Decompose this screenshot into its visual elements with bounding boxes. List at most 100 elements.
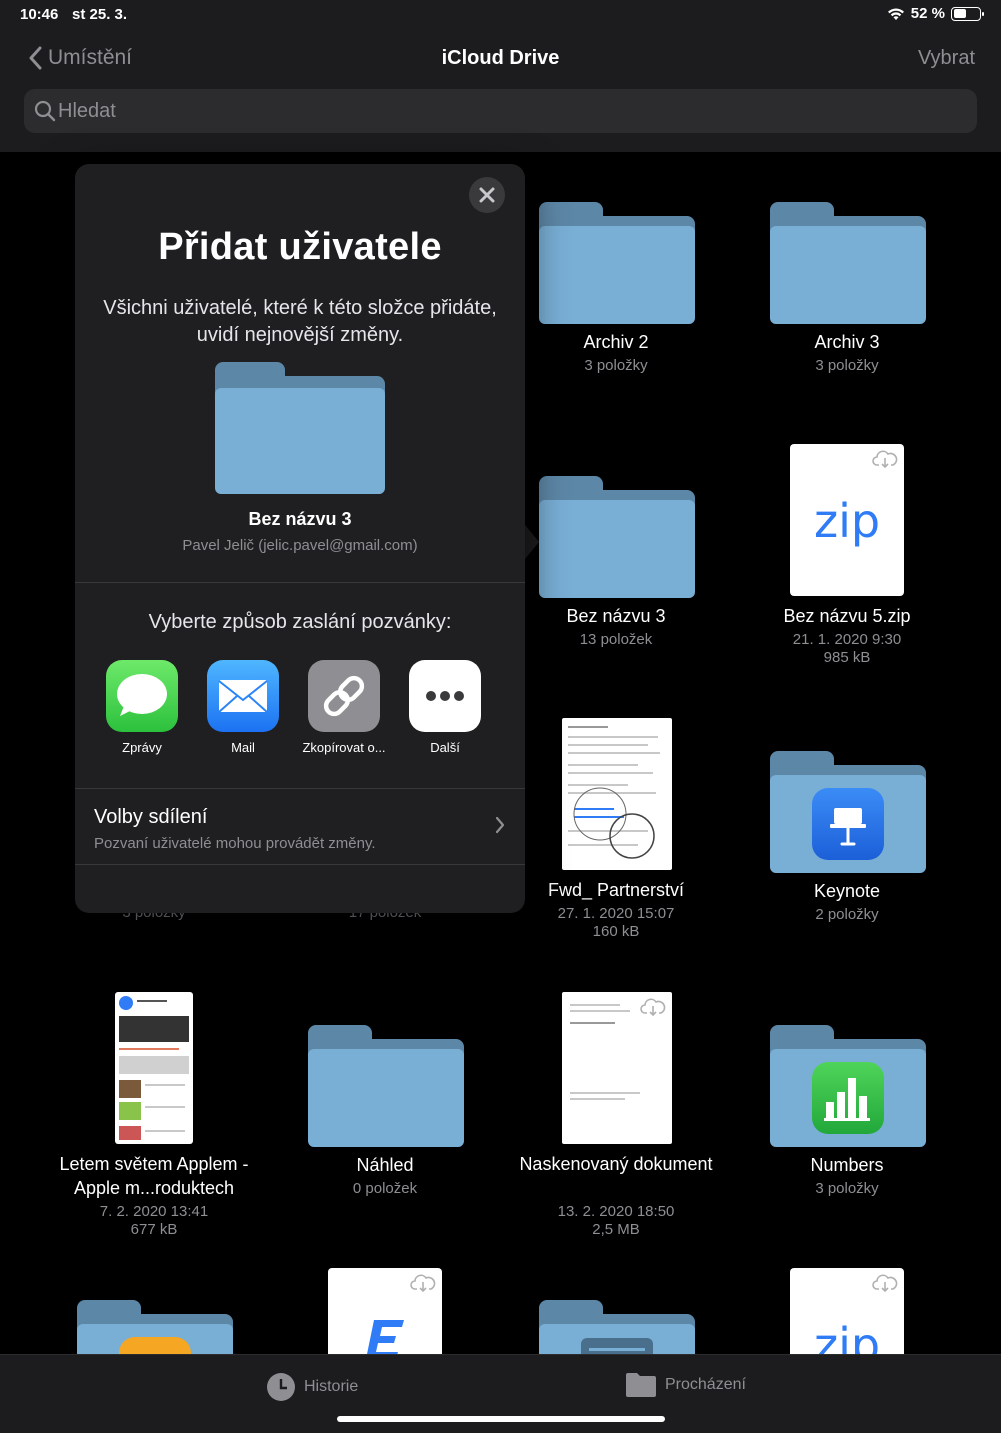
pages-app-icon xyxy=(119,1337,191,1354)
tab-history[interactable]: Historie xyxy=(266,1372,358,1402)
zip-document-icon: zip xyxy=(790,444,904,596)
share-options-row[interactable]: Volby sdílení Pozvaní uživatelé mohou pr… xyxy=(75,789,525,864)
grid-item-document-e[interactable] xyxy=(270,1266,500,1354)
share-targets: Zprávy Mail Zkopírovat o... Další xyxy=(92,660,512,760)
folder-icon xyxy=(539,476,695,598)
item-meta: 0 položek xyxy=(352,1180,418,1197)
item-name: Letem světem Applem - Apple m...roduktec… xyxy=(59,1154,249,1198)
grid-item-folder-row5[interactable] xyxy=(501,1298,731,1354)
numbers-app-icon xyxy=(812,1062,884,1134)
link-icon xyxy=(308,660,380,732)
share-more[interactable]: Další xyxy=(395,660,495,755)
grid-item-bez-nazvu-3[interactable]: Bez názvu 3 13 položek xyxy=(501,474,731,664)
grid-item-archiv-3[interactable]: Archiv 3 3 položky xyxy=(732,200,962,390)
folder-icon xyxy=(539,202,695,324)
search-input[interactable] xyxy=(58,89,958,133)
battery-percent: 52 % xyxy=(910,5,945,22)
grid-item-archiv-2[interactable]: Archiv 2 3 položky xyxy=(501,200,731,390)
share-mail[interactable]: Mail xyxy=(193,660,293,755)
share-copy-link[interactable]: Zkopírovat o... xyxy=(294,660,394,755)
item-name: Náhled xyxy=(356,1155,414,1175)
folder-icon xyxy=(77,1300,233,1354)
battery-icon xyxy=(951,6,984,21)
share-label: Zprávy xyxy=(122,740,162,755)
zip-document-icon: zip xyxy=(790,1268,904,1354)
webpage-thumbnail xyxy=(115,992,193,1144)
document-icon xyxy=(328,1268,442,1354)
item-date: 7. 2. 2020 13:41 xyxy=(99,1203,209,1220)
add-people-popover: Přidat uživatele Všichni uživatelé, kter… xyxy=(75,164,525,913)
item-date: 13. 2. 2020 18:50 xyxy=(557,1203,675,1220)
folder-icon xyxy=(539,1300,695,1354)
popover-description: Všichni uživatelé, které k této složce p… xyxy=(103,297,497,346)
item-name: Bez názvu 5.zip xyxy=(783,606,911,626)
folder-owner: Pavel Jelič (jelic.pavel@gmail.com) xyxy=(182,537,418,554)
share-label: Zkopírovat o... xyxy=(302,740,386,755)
item-meta: 2 položky xyxy=(815,906,879,923)
item-meta: 13 položek xyxy=(579,631,653,648)
chevron-right-icon xyxy=(495,816,505,834)
item-size: 677 kB xyxy=(130,1221,178,1238)
folder-icon xyxy=(770,751,926,873)
share-messages[interactable]: Zprávy xyxy=(92,660,192,755)
tab-label: Procházení xyxy=(665,1376,746,1393)
select-button[interactable]: Vybrat xyxy=(918,47,975,70)
share-options-subtitle: Pozvaní uživatelé mohou provádět změny. xyxy=(94,835,376,852)
pdf-thumbnail xyxy=(562,718,672,870)
item-size: 2,5 MB xyxy=(592,1221,640,1238)
item-name: Bez názvu 3 xyxy=(566,606,666,626)
mail-icon xyxy=(207,660,279,732)
close-button[interactable] xyxy=(469,177,505,213)
scan-thumbnail xyxy=(562,992,672,1144)
item-name: Naskenovaný dokument xyxy=(519,1154,713,1174)
letter-e-icon xyxy=(367,1320,404,1354)
more-icon xyxy=(409,660,481,732)
messages-icon xyxy=(106,660,178,732)
status-bar: 10:46 st 25. 3. 52 % xyxy=(0,0,1001,30)
status-right: 52 % xyxy=(887,5,984,22)
divider xyxy=(75,864,525,865)
keynote-app-icon xyxy=(812,788,884,860)
cloud-download-icon xyxy=(410,1274,436,1293)
grid-item-fwd-partnerstvi[interactable]: Fwd_ Partnerství 27. 1. 2020 15:07 160 k… xyxy=(501,716,731,946)
zip-label: zip xyxy=(813,1318,881,1354)
item-name: Fwd_ Partnerství xyxy=(547,880,685,900)
page-title: iCloud Drive xyxy=(441,47,560,69)
navigation-bar: Umístění iCloud Drive Vybrat xyxy=(0,30,1001,152)
invite-prompt: Vyberte způsob zaslání pozvánky: xyxy=(148,611,452,633)
grid-item-naskenovany-dokument[interactable]: Naskenovaný dokument 13. 2. 2020 18:50 2… xyxy=(501,990,731,1240)
grid-item-pages-folder[interactable] xyxy=(39,1298,269,1354)
cloud-download-icon xyxy=(872,1274,898,1293)
grid-item-numbers[interactable]: Numbers 3 položky xyxy=(732,1023,962,1213)
popover-title: Přidat uživatele xyxy=(158,226,442,268)
status-time: 10:46 xyxy=(20,6,59,23)
search-icon xyxy=(34,100,56,122)
cloud-download-icon xyxy=(640,998,666,1017)
share-label: Mail xyxy=(231,740,255,755)
item-name: Keynote xyxy=(813,881,881,901)
item-name: Numbers xyxy=(810,1155,884,1175)
folder-icon xyxy=(308,1025,464,1147)
folder-icon xyxy=(770,1025,926,1147)
grid-item-keynote[interactable]: Keynote 2 položky xyxy=(732,749,962,939)
grid-item-letem-svetem-applem[interactable]: Letem světem Applem - Apple m...roduktec… xyxy=(39,990,269,1240)
item-meta: 3 položky xyxy=(815,1180,879,1197)
status-date: st 25. 3. xyxy=(72,6,128,23)
tab-label: Historie xyxy=(304,1378,359,1395)
clock-icon xyxy=(267,1373,295,1401)
zip-label: zip xyxy=(813,494,881,548)
folder-icon xyxy=(626,1373,656,1397)
item-size: 160 kB xyxy=(592,923,640,940)
home-indicator[interactable] xyxy=(337,1416,665,1422)
grid-item-nahled[interactable]: Náhled 0 položek xyxy=(270,1023,500,1213)
item-size: 985 kB xyxy=(823,649,871,666)
share-options-title: Volby sdílení xyxy=(94,806,208,828)
grid-item-zip-row5[interactable]: zip xyxy=(732,1266,962,1354)
grid-item-zip-file[interactable]: zip Bez názvu 5.zip 21. 1. 2020 9:30 985… xyxy=(732,442,962,672)
tab-browse[interactable]: Procházení xyxy=(625,1372,746,1398)
item-date: 21. 1. 2020 9:30 xyxy=(792,631,902,648)
share-label: Další xyxy=(430,740,460,755)
item-meta: 3 položky xyxy=(815,357,879,374)
divider xyxy=(75,582,525,583)
search-bar[interactable] xyxy=(24,89,977,133)
